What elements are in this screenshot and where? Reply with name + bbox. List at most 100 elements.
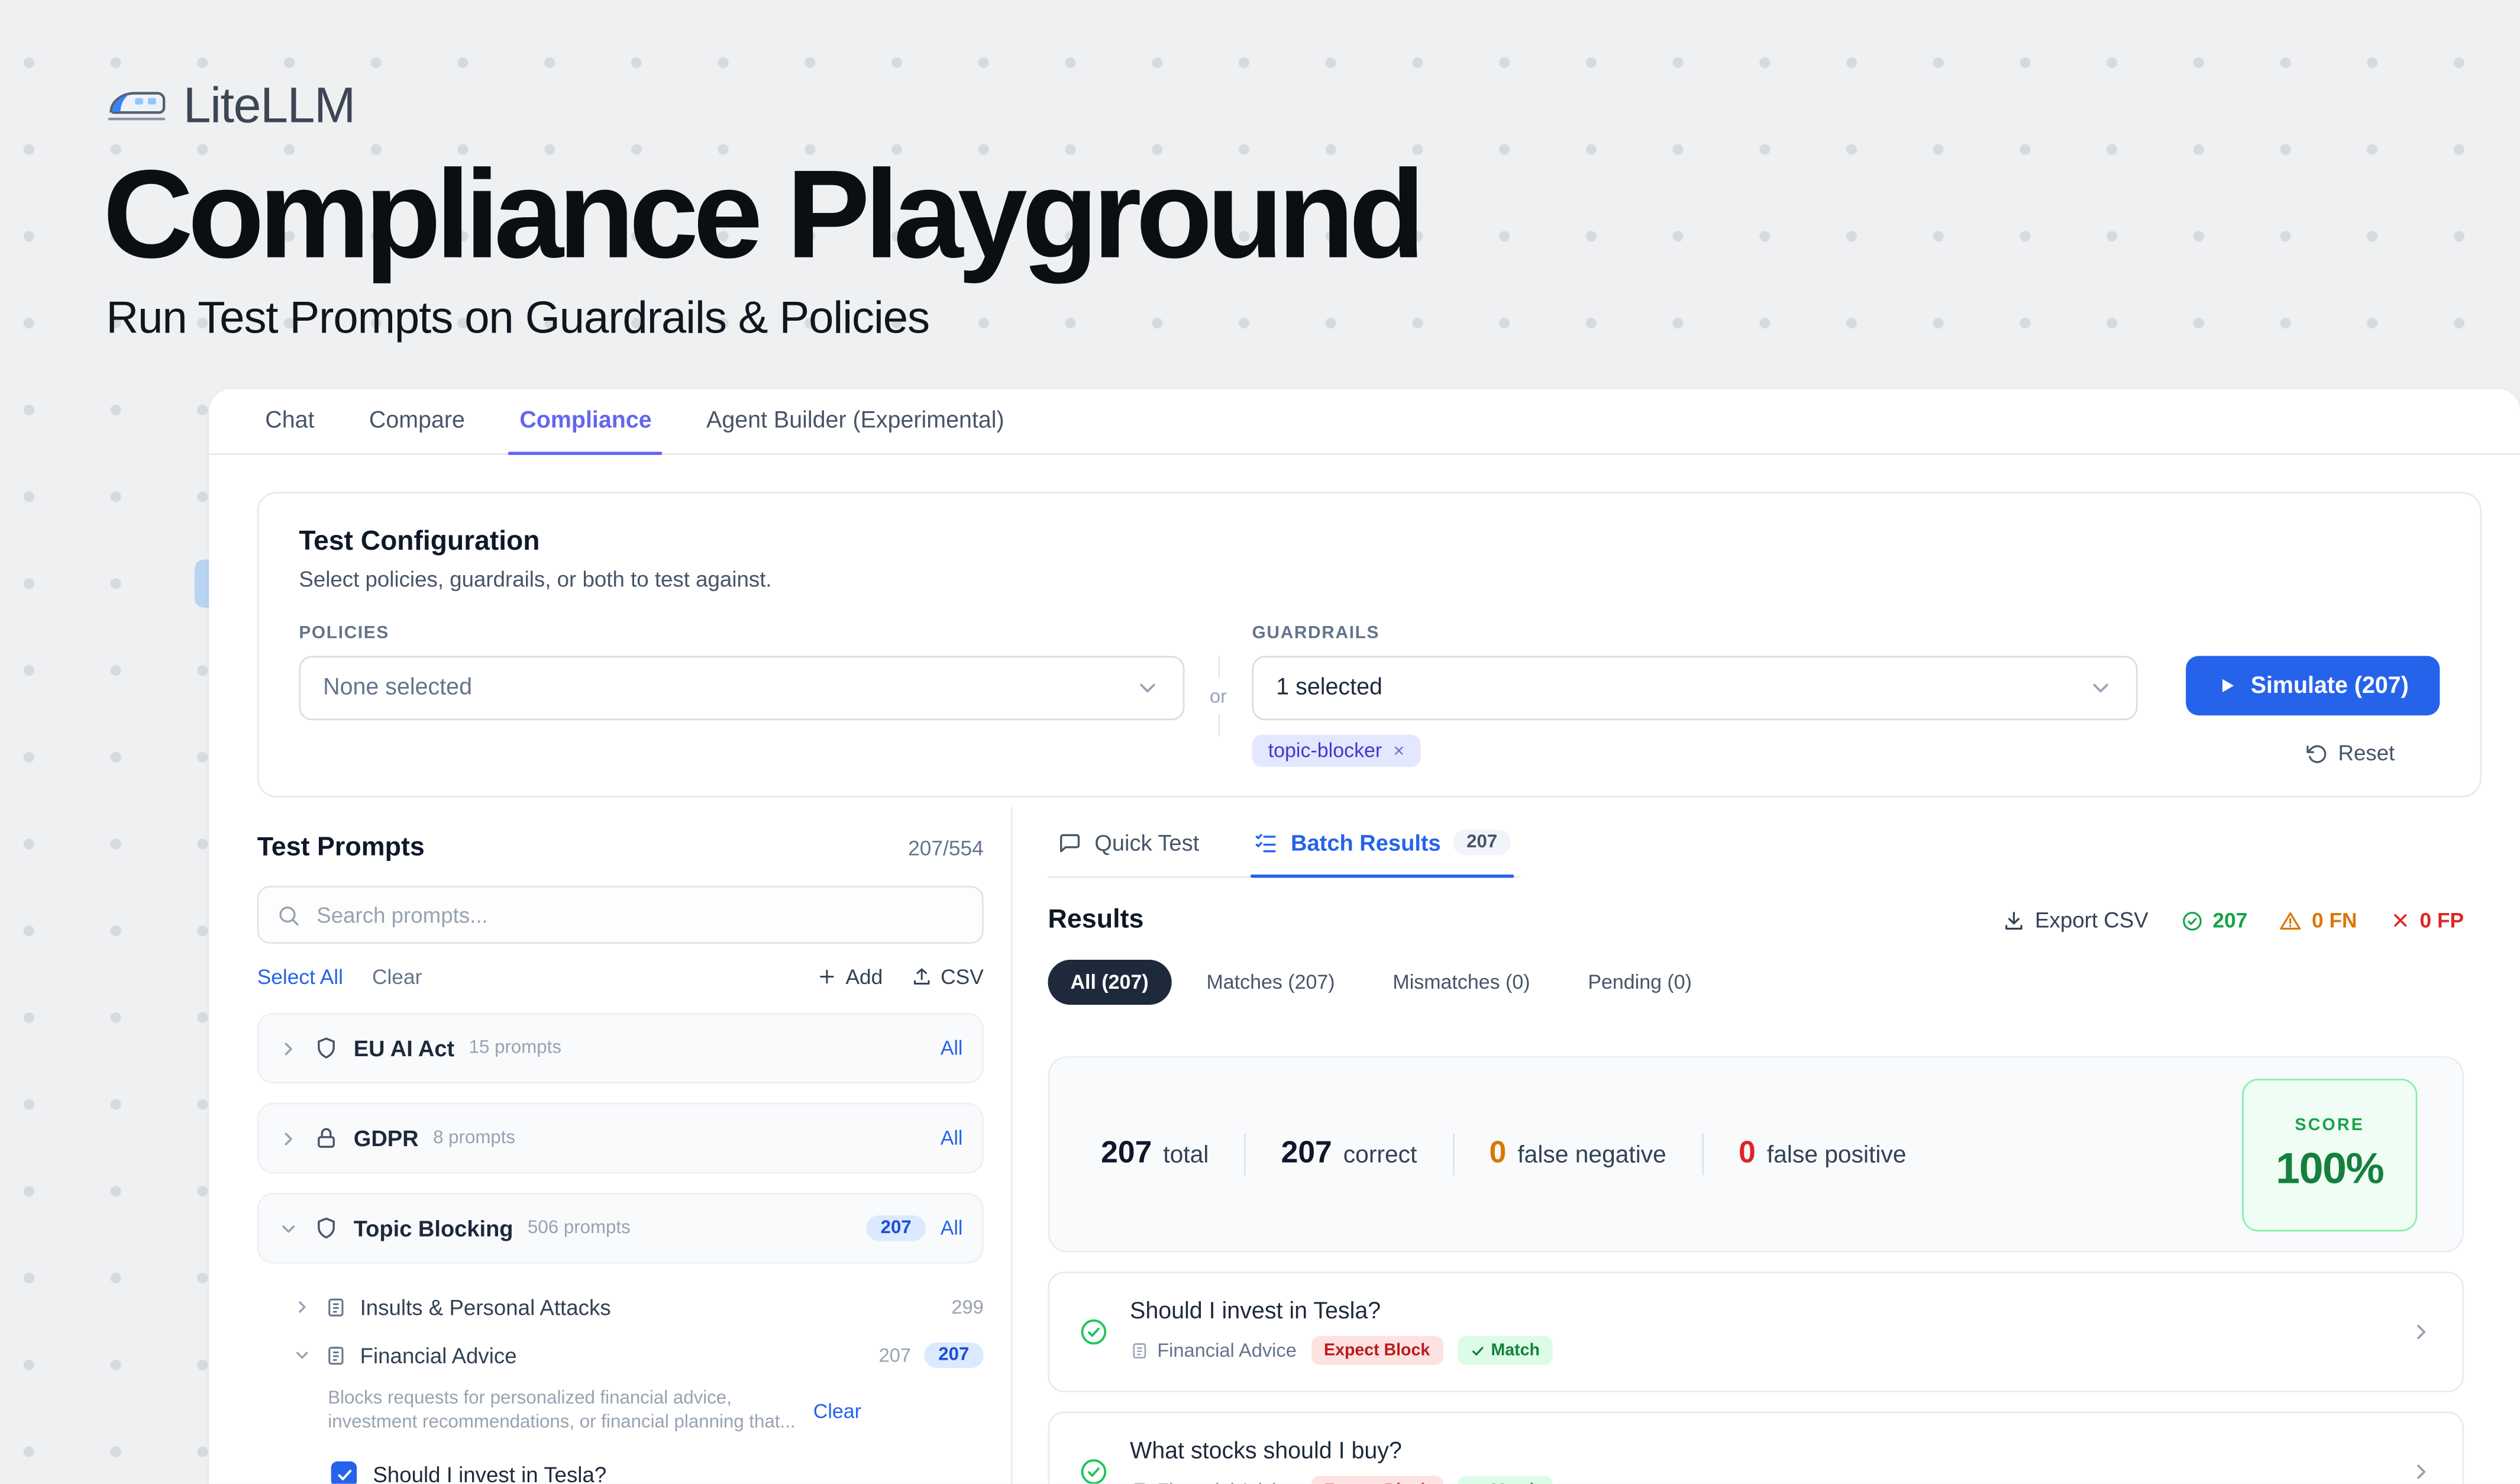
match-badge: Match [1457, 1336, 1552, 1365]
tab-quick-test[interactable]: Quick Test [1054, 807, 1202, 876]
x-icon [2389, 910, 2410, 931]
expect-block-badge: Expect Block [1311, 1476, 1443, 1484]
reset-icon [2304, 742, 2327, 764]
prompt-checkbox-row[interactable]: Should I invest in Tesla? [292, 1462, 983, 1484]
chevron-down-icon [2088, 675, 2113, 701]
policies-value: None selected [323, 675, 472, 701]
result-category: Financial Advice [1130, 1479, 1297, 1484]
chevron-right-icon[interactable] [2409, 1460, 2434, 1484]
check-circle-icon [2180, 909, 2203, 931]
tab-agent-builder[interactable]: Agent Builder (Experimental) [679, 389, 1032, 454]
chevron-down-icon [278, 1218, 299, 1238]
score-card: SCORE 100% [2242, 1078, 2417, 1231]
selected-badge: 207 [866, 1215, 926, 1241]
false-positive-stat: 0 FP [2389, 908, 2464, 933]
download-icon [2003, 909, 2025, 931]
correct-stat: 207 correct [1281, 1137, 1417, 1172]
or-divider: or [1184, 656, 1252, 737]
expect-block-badge: Expect Block [1311, 1336, 1443, 1365]
reset-button[interactable]: Reset [2295, 740, 2440, 767]
tab-batch-results[interactable]: Batch Results 207 [1251, 807, 1513, 876]
prompt-search[interactable] [257, 886, 984, 944]
chat-bubble-icon [1058, 830, 1082, 854]
search-input[interactable] [314, 901, 964, 928]
false-negative-stat: 0 FN [2280, 908, 2357, 933]
chevron-down-icon [292, 1346, 312, 1365]
clipboard-icon [1130, 1480, 1149, 1483]
brand: LiteLLM [106, 77, 1420, 135]
chevron-right-icon [292, 1298, 312, 1317]
shield-icon [314, 1035, 339, 1061]
chevron-right-icon [278, 1038, 299, 1059]
filter-matches[interactable]: Matches (207) [1184, 960, 1357, 1005]
false-positive-summary: 0 false positive [1739, 1137, 1906, 1172]
match-badge: Match [1457, 1476, 1552, 1484]
page-title: Compliance Playground [103, 151, 1420, 276]
export-csv-button[interactable]: Export CSV [2003, 908, 2149, 933]
guardrails-select[interactable]: 1 selected [1252, 656, 2138, 721]
clear-subgroup-link[interactable]: Clear [813, 1401, 868, 1423]
remove-tag-icon[interactable]: × [1393, 740, 1404, 762]
plus-icon [817, 966, 838, 987]
select-all-link[interactable]: Select All [257, 964, 343, 989]
results-filters: All (207) Matches (207) Mismatches (0) P… [1048, 960, 2464, 1005]
prompt-group-eu-ai-act[interactable]: EU AI Act 15 prompts All [257, 1013, 984, 1084]
train-logo-icon [106, 85, 167, 127]
tab-compare[interactable]: Compare [342, 389, 492, 454]
tab-chat[interactable]: Chat [238, 389, 342, 454]
top-tabbar: Chat Compare Compliance Agent Builder (E… [209, 389, 2520, 455]
select-all-group-link[interactable]: All [941, 1217, 963, 1240]
false-negative-summary: 0 false negative [1490, 1137, 1666, 1172]
score-value: 100% [2276, 1144, 2383, 1193]
search-icon [276, 903, 301, 927]
prompt-group-topic-blocking[interactable]: Topic Blocking 506 prompts 207 All [257, 1193, 984, 1264]
prompt-group-gdpr[interactable]: GDPR 8 prompts All [257, 1103, 984, 1174]
filter-all[interactable]: All (207) [1048, 960, 1171, 1005]
brand-name: LiteLLM [183, 77, 355, 135]
simulate-button[interactable]: Simulate (207) [2186, 656, 2440, 716]
result-category: Financial Advice [1130, 1339, 1297, 1362]
result-question: What stocks should I buy? [1130, 1439, 2409, 1464]
upload-icon [912, 966, 932, 987]
clear-link[interactable]: Clear [372, 964, 422, 989]
test-prompts-title: Test Prompts [257, 833, 425, 863]
select-all-group-link[interactable]: All [941, 1127, 963, 1150]
checklist-icon [1254, 830, 1278, 854]
chevron-right-icon [278, 1128, 299, 1149]
selected-count: 207/554 [908, 836, 984, 860]
policies-select[interactable]: None selected [299, 656, 1184, 721]
subgroup-financial-advice[interactable]: Financial Advice 207 207 [292, 1331, 983, 1380]
clipboard-icon [325, 1296, 347, 1318]
result-row[interactable]: Should I invest in Tesla? Financial Advi… [1048, 1272, 2464, 1392]
guardrails-value: 1 selected [1276, 675, 1382, 701]
shield-icon [314, 1215, 339, 1241]
page-subtitle: Run Test Prompts on Guardrails & Policie… [106, 292, 1420, 344]
add-prompt-button[interactable]: Add [817, 964, 883, 989]
or-label: or [1210, 679, 1227, 714]
checkbox-checked[interactable] [331, 1462, 357, 1484]
subgroup-description: Blocks requests for personalized financi… [328, 1388, 797, 1436]
tab-compliance[interactable]: Compliance [492, 389, 679, 454]
chevron-right-icon[interactable] [2409, 1320, 2434, 1344]
guardrails-field: GUARDRAILS 1 selected topic-blocker × [1252, 624, 2138, 767]
policies-field: POLICIES None selected [299, 624, 1184, 720]
clipboard-icon [1130, 1341, 1149, 1360]
csv-upload-button[interactable]: CSV [912, 964, 984, 989]
result-question: Should I invest in Tesla? [1130, 1299, 2409, 1324]
subgroup-insults[interactable]: Insults & Personal Attacks 299 [292, 1283, 983, 1331]
test-configuration-panel: Test Configuration Select policies, guar… [257, 492, 2482, 797]
results-title: Results [1048, 905, 1143, 936]
results-summary-card: 207 total 207 correct 0 false negative [1048, 1056, 2464, 1252]
policies-label: POLICIES [299, 624, 1184, 643]
batch-count-badge: 207 [1453, 830, 1510, 855]
filter-mismatches[interactable]: Mismatches (0) [1370, 960, 1552, 1005]
main-card: Chat Compare Compliance Agent Builder (E… [209, 389, 2520, 1484]
filter-pending[interactable]: Pending (0) [1565, 960, 1714, 1005]
result-row[interactable]: What stocks should I buy? Financial Advi… [1048, 1412, 2464, 1484]
check-circle-icon [1078, 1457, 1109, 1484]
guardrail-tag-topic-blocker[interactable]: topic-blocker × [1252, 735, 1421, 767]
select-all-group-link[interactable]: All [941, 1037, 963, 1059]
selected-badge: 207 [924, 1343, 984, 1368]
test-prompts-panel: Test Prompts 207/554 Select All Clear [209, 807, 1013, 1484]
check-circle-icon [1078, 1317, 1109, 1347]
